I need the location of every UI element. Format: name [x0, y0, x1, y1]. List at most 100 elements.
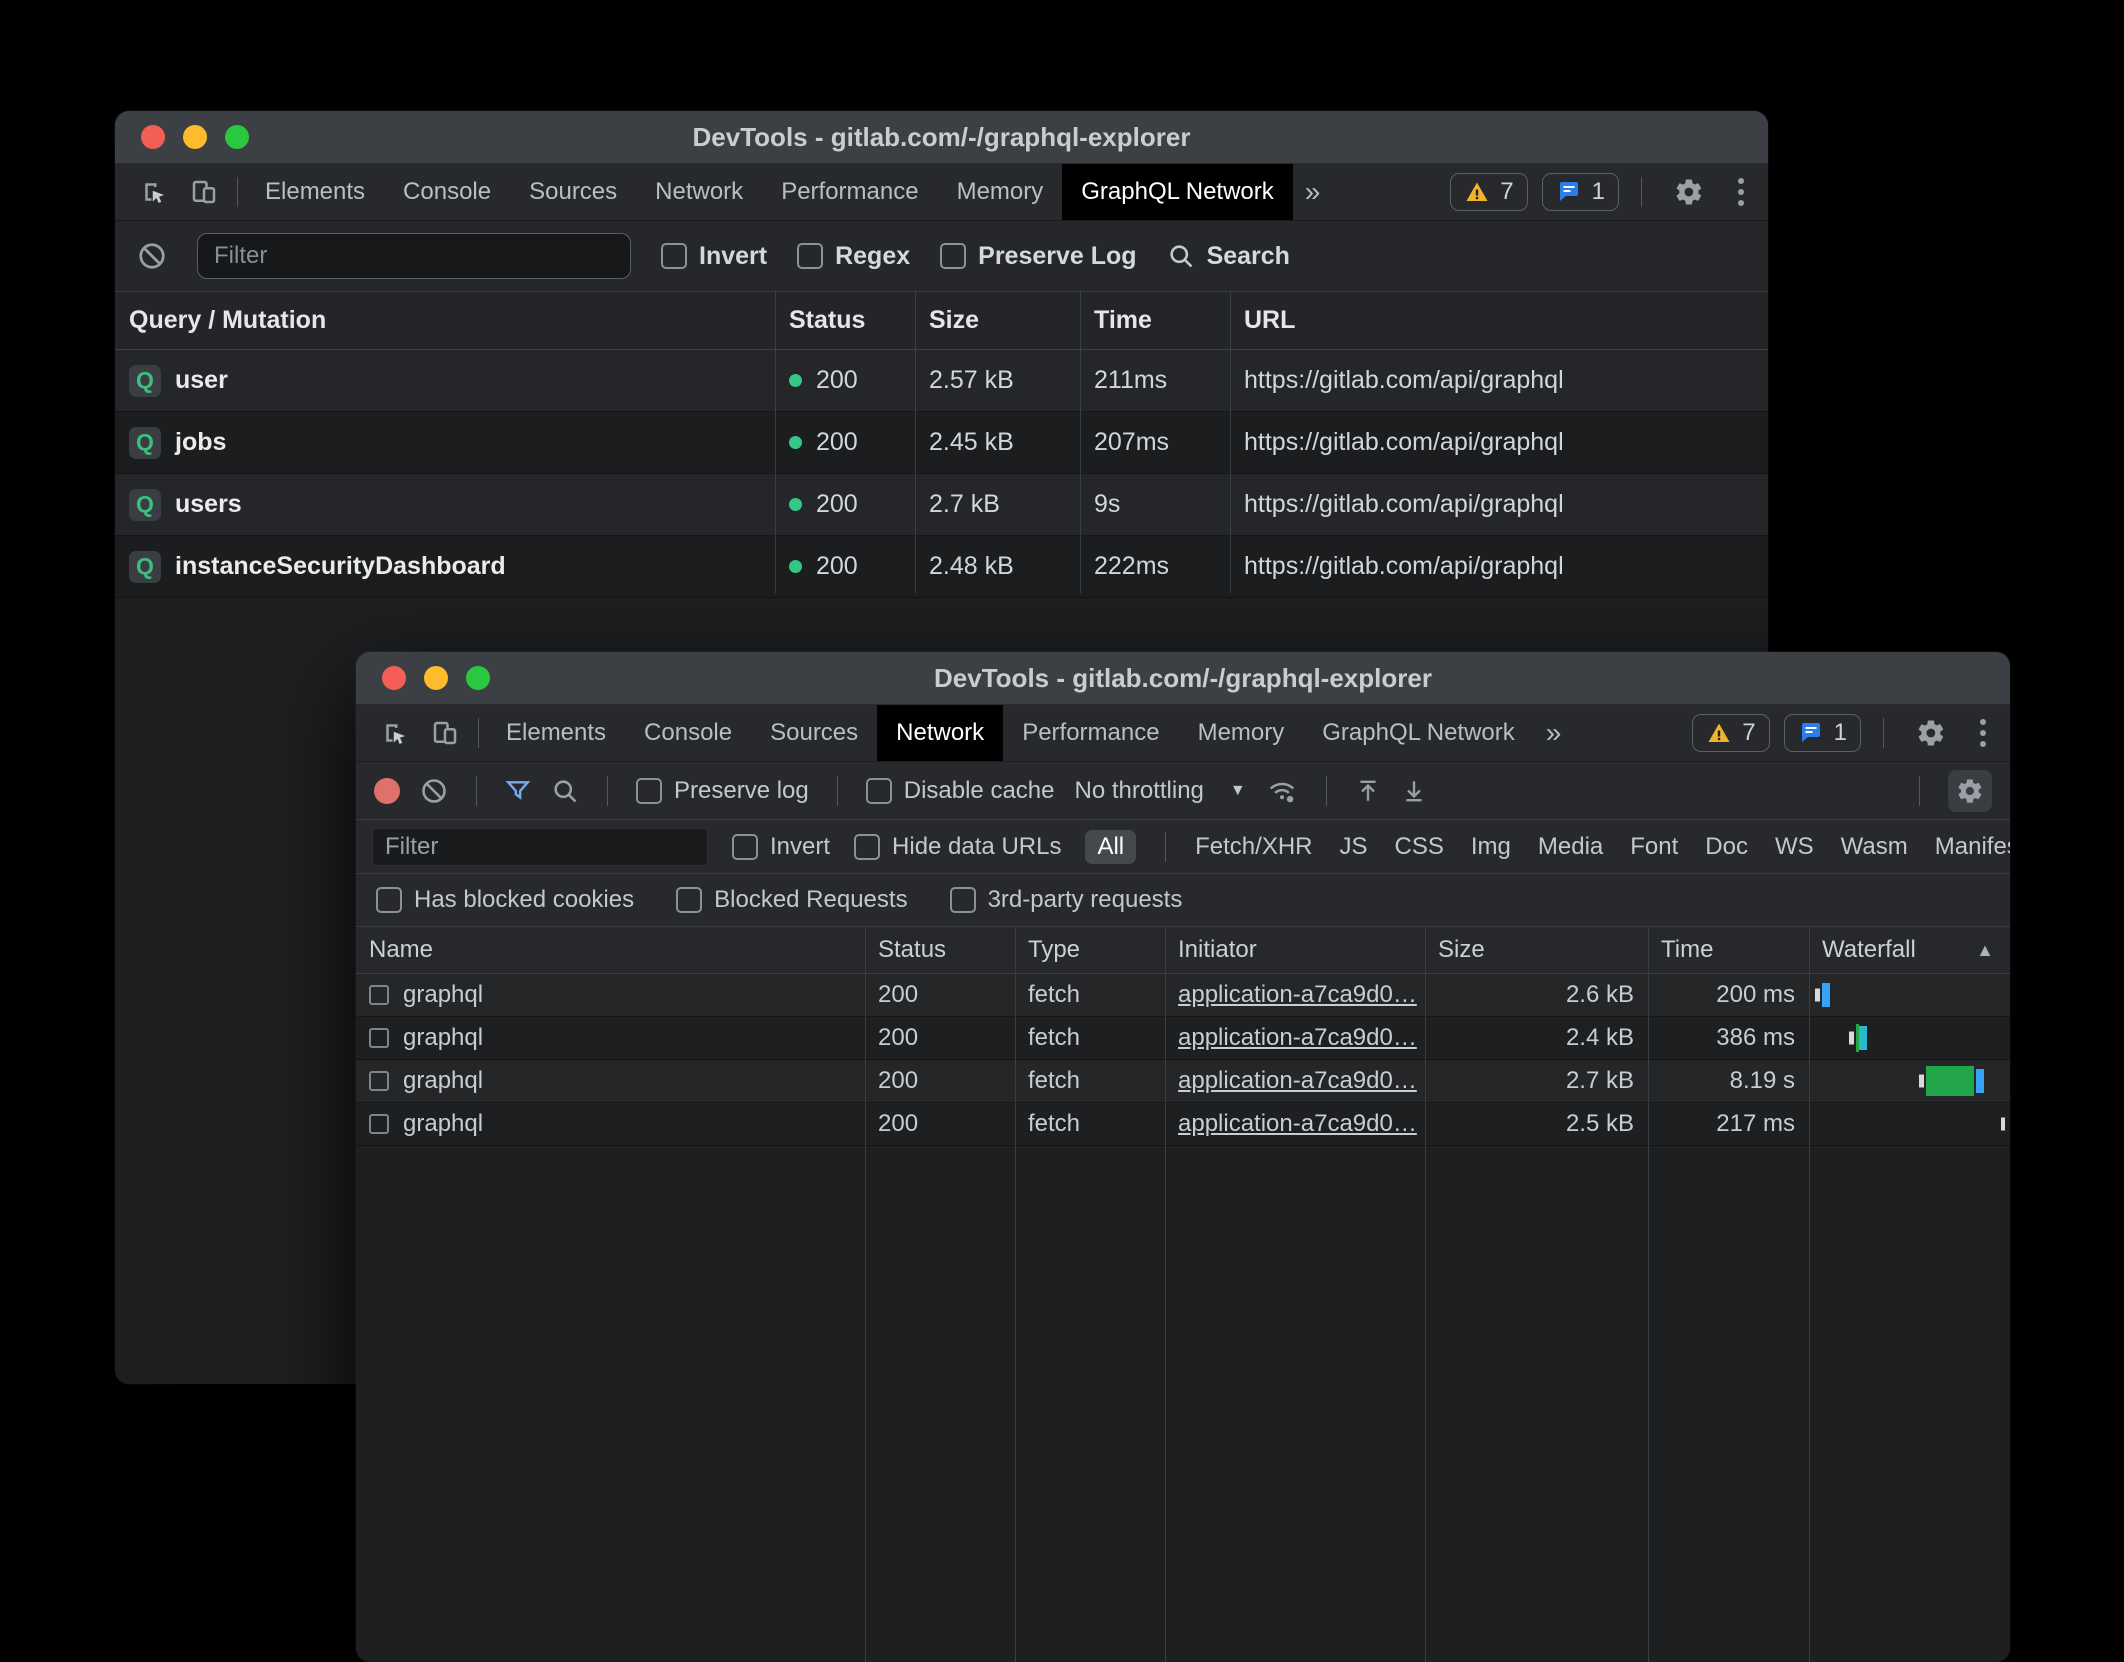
network-request-row[interactable]: graphql 200 fetch application-a7ca9d0… 2… [356, 1017, 2010, 1060]
invert-checkbox[interactable]: Invert [661, 242, 767, 271]
tab-elements[interactable]: Elements [246, 164, 384, 220]
col-url[interactable]: URL [1230, 306, 1768, 335]
network-request-row[interactable]: graphql 200 fetch application-a7ca9d0… 2… [356, 1060, 2010, 1103]
col-status[interactable]: Status [775, 306, 915, 335]
type-filter-ws[interactable]: WS [1775, 833, 1814, 861]
minimize-window-button[interactable] [424, 666, 448, 690]
zoom-window-button[interactable] [466, 666, 490, 690]
more-tabs-icon[interactable]: » [1293, 164, 1333, 220]
titlebar[interactable]: DevTools - gitlab.com/-/graphql-explorer [356, 652, 2010, 705]
col-status[interactable]: Status [865, 936, 1015, 964]
has-blocked-cookies-checkbox[interactable]: Has blocked cookies [376, 886, 634, 914]
initiator-link[interactable]: application-a7ca9d0… [1178, 981, 1417, 1009]
invert-checkbox[interactable]: Invert [732, 833, 830, 861]
col-waterfall[interactable]: Waterfall ▲ [1809, 936, 2010, 964]
graphql-query-row[interactable]: Q jobs 200 2.45 kB 207ms https://gitlab.… [115, 412, 1768, 474]
search-icon[interactable] [551, 777, 579, 805]
blocked-requests-checkbox[interactable]: Blocked Requests [676, 886, 907, 914]
tab-console[interactable]: Console [384, 164, 510, 220]
tab-performance[interactable]: Performance [762, 164, 937, 220]
throttling-dropdown[interactable]: No throttling ▼ [1074, 777, 1245, 805]
3rd-party-requests-checkbox[interactable]: 3rd-party requests [950, 886, 1183, 914]
col-size[interactable]: Size [915, 306, 1080, 335]
inspect-element-icon[interactable] [370, 705, 420, 761]
close-window-button[interactable] [141, 125, 165, 149]
row-checkbox[interactable] [369, 1028, 389, 1048]
import-har-icon[interactable] [1355, 777, 1381, 805]
row-checkbox[interactable] [369, 1071, 389, 1091]
more-options-icon[interactable] [1728, 178, 1754, 206]
more-options-icon[interactable] [1970, 719, 1996, 747]
type-filter-wasm[interactable]: Wasm [1841, 833, 1908, 861]
tab-memory[interactable]: Memory [1179, 705, 1304, 761]
network-settings-gear-icon[interactable] [1948, 770, 1992, 812]
more-tabs-icon[interactable]: » [1534, 705, 1574, 761]
col-size[interactable]: Size [1425, 936, 1648, 964]
type-filter-js[interactable]: JS [1340, 833, 1368, 861]
clear-icon[interactable] [137, 241, 167, 271]
type-filter-doc[interactable]: Doc [1705, 833, 1748, 861]
hide-data-urls-checkbox[interactable]: Hide data URLs [854, 833, 1061, 861]
type-filter-font[interactable]: Font [1630, 833, 1678, 861]
type-filter-media[interactable]: Media [1538, 833, 1603, 861]
titlebar[interactable]: DevTools - gitlab.com/-/graphql-explorer [115, 111, 1768, 164]
regex-checkbox[interactable]: Regex [797, 242, 910, 271]
messages-badge[interactable]: 1 [1542, 173, 1619, 211]
type-filter-manifest[interactable]: Manifest [1935, 833, 2010, 861]
response-size: 2.7 kB [1566, 1067, 1634, 1095]
network-request-row[interactable]: graphql 200 fetch application-a7ca9d0… 2… [356, 1103, 2010, 1146]
close-window-button[interactable] [382, 666, 406, 690]
search-button[interactable]: Search [1167, 242, 1290, 271]
initiator-link[interactable]: application-a7ca9d0… [1178, 1024, 1417, 1052]
inspect-element-icon[interactable] [129, 164, 179, 220]
tab-network[interactable]: Network [636, 164, 762, 220]
export-har-icon[interactable] [1401, 777, 1427, 805]
type-filter-fetch-xhr[interactable]: Fetch/XHR [1195, 833, 1312, 861]
network-request-row[interactable]: graphql 200 fetch application-a7ca9d0… 2… [356, 974, 2010, 1017]
query-name: jobs [175, 428, 226, 457]
row-checkbox[interactable] [369, 1114, 389, 1134]
filter-input[interactable] [197, 233, 631, 279]
device-toolbar-icon[interactable] [420, 705, 470, 761]
tab-network[interactable]: Network [877, 705, 1003, 761]
tab-elements[interactable]: Elements [487, 705, 625, 761]
col-initiator[interactable]: Initiator [1165, 936, 1425, 964]
type-filter-css[interactable]: CSS [1395, 833, 1444, 861]
tab-sources[interactable]: Sources [751, 705, 877, 761]
preserve-log-checkbox[interactable]: Preserve log [636, 777, 809, 805]
network-conditions-icon[interactable] [1266, 776, 1298, 806]
zoom-window-button[interactable] [225, 125, 249, 149]
initiator-link[interactable]: application-a7ca9d0… [1178, 1067, 1417, 1095]
graphql-query-row[interactable]: Q users 200 2.7 kB 9s https://gitlab.com… [115, 474, 1768, 536]
preserve-log-checkbox[interactable]: Preserve Log [940, 242, 1136, 271]
device-toolbar-icon[interactable] [179, 164, 229, 220]
network-filter-input[interactable] [372, 828, 708, 866]
tab-graphql-network[interactable]: GraphQL Network [1062, 164, 1293, 220]
row-checkbox[interactable] [369, 985, 389, 1005]
tab-memory[interactable]: Memory [938, 164, 1063, 220]
tab-sources[interactable]: Sources [510, 164, 636, 220]
settings-gear-icon[interactable] [1906, 718, 1956, 748]
type-filter-all[interactable]: All [1085, 830, 1136, 864]
tab-console[interactable]: Console [625, 705, 751, 761]
clear-icon[interactable] [420, 777, 448, 805]
tab-performance[interactable]: Performance [1003, 705, 1178, 761]
settings-gear-icon[interactable] [1664, 177, 1714, 207]
graphql-query-row[interactable]: Q user 200 2.57 kB 211ms https://gitlab.… [115, 350, 1768, 412]
tab-graphql-network[interactable]: GraphQL Network [1303, 705, 1534, 761]
col-name[interactable]: Name [356, 936, 865, 964]
warnings-badge[interactable]: 7 [1692, 714, 1769, 752]
messages-badge[interactable]: 1 [1784, 714, 1861, 752]
col-time[interactable]: Time [1648, 936, 1809, 964]
disable-cache-checkbox[interactable]: Disable cache [866, 777, 1055, 805]
col-time[interactable]: Time [1080, 306, 1230, 335]
minimize-window-button[interactable] [183, 125, 207, 149]
col-type[interactable]: Type [1015, 936, 1165, 964]
graphql-query-row[interactable]: Q instanceSecurityDashboard 200 2.48 kB … [115, 536, 1768, 598]
col-query-mutation[interactable]: Query / Mutation [115, 306, 775, 335]
record-network-log-button[interactable] [374, 778, 400, 804]
initiator-link[interactable]: application-a7ca9d0… [1178, 1110, 1417, 1138]
filter-funnel-icon[interactable] [505, 778, 531, 804]
type-filter-img[interactable]: Img [1471, 833, 1511, 861]
warnings-badge[interactable]: 7 [1450, 173, 1527, 211]
